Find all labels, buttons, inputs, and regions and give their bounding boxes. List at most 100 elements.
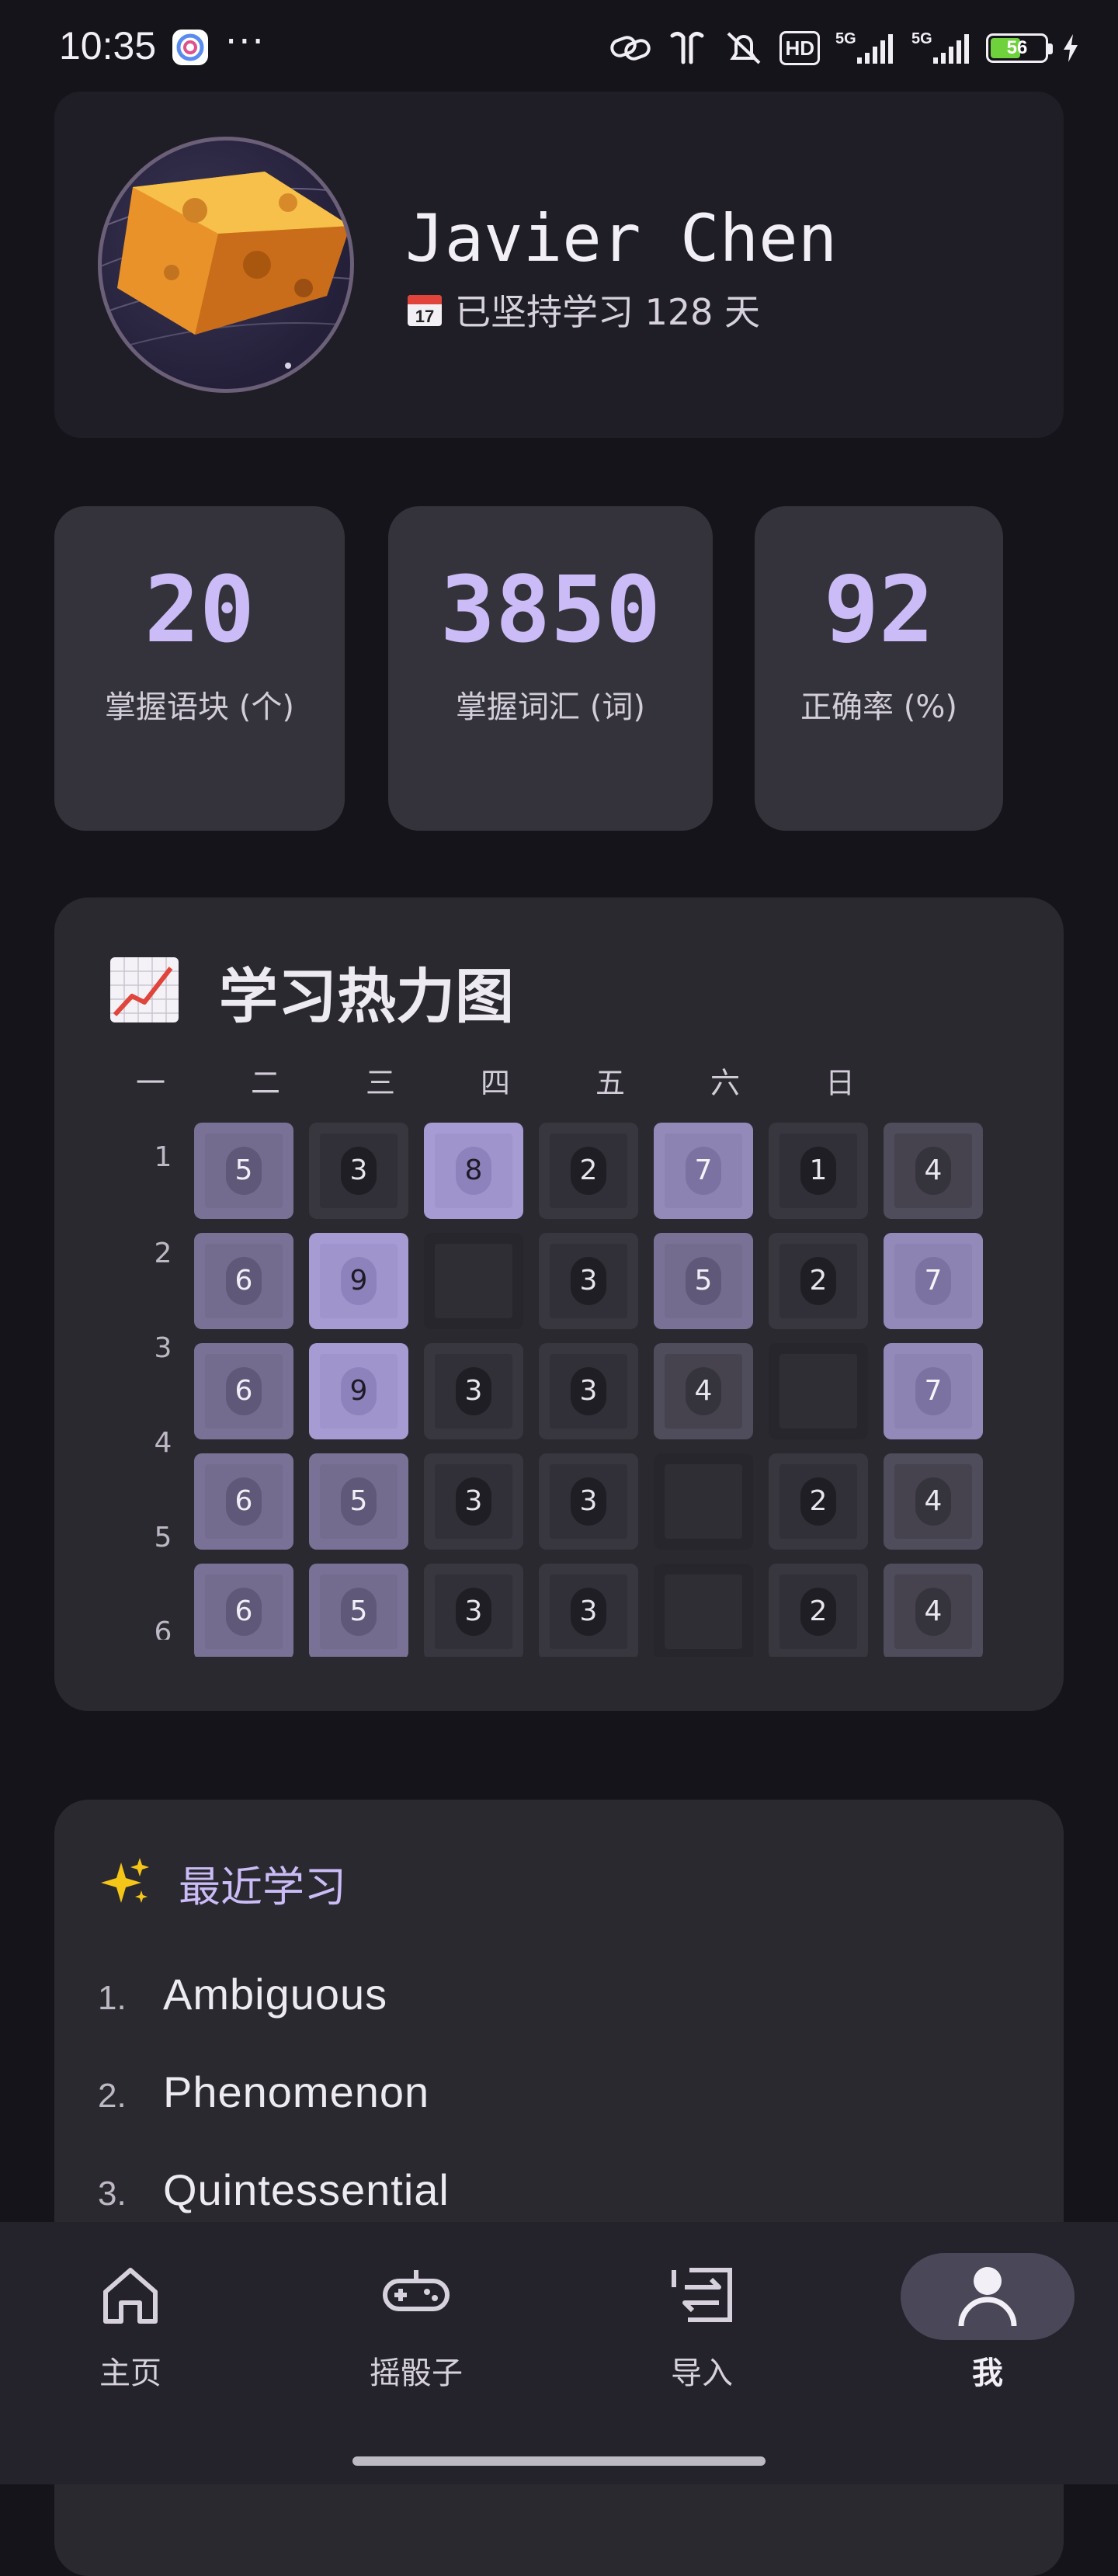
week-label: 2 xyxy=(154,1238,172,1269)
heatmap-cell[interactable]: 7 xyxy=(654,1123,753,1219)
svg-text:17: 17 xyxy=(415,307,434,326)
heatmap-cell[interactable]: 3 xyxy=(424,1564,523,1657)
week-label: 5 xyxy=(154,1522,172,1554)
nav-label: 导入 xyxy=(671,2356,733,2391)
heatmap-cell[interactable]: 3 xyxy=(539,1453,638,1550)
heatmap-cell[interactable]: 6 xyxy=(194,1233,293,1329)
heatmap-cell[interactable]: 4 xyxy=(654,1343,753,1439)
gamepad-icon xyxy=(382,2265,450,2328)
recent-item-word: Phenomenon xyxy=(163,2067,430,2116)
heatmap-cell-inner xyxy=(665,1574,742,1649)
recent-item[interactable]: 2. Phenomenon xyxy=(98,2067,429,2117)
study-streak: 17 已坚持学习 128 天 xyxy=(405,284,760,335)
heatmap-cell[interactable]: 5 xyxy=(309,1453,408,1550)
heatmap-cell[interactable] xyxy=(769,1343,868,1439)
bottom-navigation: 主页 摇骰子 导入 我 xyxy=(0,2222,1118,2484)
home-indicator[interactable] xyxy=(352,2456,766,2466)
profile-name: Javier Chen xyxy=(405,200,838,276)
stat-label: 正确率 (%) xyxy=(800,689,957,725)
heatmap-count: 3 xyxy=(341,1147,377,1195)
heatmap-cell[interactable]: 3 xyxy=(539,1343,638,1439)
heatmap-count: 5 xyxy=(226,1147,262,1195)
bell-muted-icon xyxy=(722,29,766,68)
heatmap-count: 6 xyxy=(226,1257,262,1305)
heatmap-cell[interactable]: 3 xyxy=(424,1453,523,1550)
stat-card-vocabulary: 3850 掌握词汇 (词) xyxy=(388,506,713,831)
svg-text:5G: 5G xyxy=(911,30,932,47)
heatmap-count: 3 xyxy=(456,1477,491,1526)
earbuds-icon xyxy=(666,30,708,67)
avatar[interactable] xyxy=(98,137,354,393)
recent-header: 最近学习 xyxy=(98,1852,346,1914)
heatmap-cell[interactable]: 6 xyxy=(194,1564,293,1657)
heatmap-cell[interactable]: 3 xyxy=(424,1343,523,1439)
day-header: 三 xyxy=(365,1066,395,1100)
heatmap-cell[interactable]: 6 xyxy=(194,1453,293,1550)
sparkles-icon xyxy=(98,1855,152,1912)
stat-label: 掌握词汇 (词) xyxy=(456,689,645,725)
stat-card-chunks: 20 掌握语块 (个) xyxy=(54,506,345,831)
nav-label: 主页 xyxy=(99,2356,161,2391)
heatmap-cell[interactable]: 2 xyxy=(769,1233,868,1329)
nav-home[interactable]: 主页 xyxy=(37,2253,224,2408)
heatmap-count: 2 xyxy=(571,1147,606,1195)
heatmap-cell[interactable]: 5 xyxy=(194,1123,293,1219)
heatmap-count: 2 xyxy=(800,1257,836,1305)
heatmap-cell[interactable]: 2 xyxy=(539,1123,638,1219)
heatmap-cell[interactable]: 1 xyxy=(769,1123,868,1219)
stat-value: 20 xyxy=(144,556,255,663)
heatmap-cell[interactable]: 3 xyxy=(539,1233,638,1329)
heatmap-cell-inner xyxy=(779,1354,857,1429)
heatmap-grid[interactable]: 5 3 8 2 7 1 4 6 9 3 5 2 7 6 9 3 3 4 7 6 5 3 3 2 4 6 5 3 3 2 4 xyxy=(194,1123,1002,1657)
signal-5g-icon: 5G xyxy=(834,30,896,67)
heatmap-count: 2 xyxy=(800,1588,836,1636)
heatmap-cell[interactable]: 7 xyxy=(884,1343,983,1439)
heatmap-count: 4 xyxy=(915,1147,951,1195)
heatmap-cell[interactable] xyxy=(424,1233,523,1329)
nav-import[interactable]: 导入 xyxy=(609,2253,795,2408)
signal-5g-icon: 5G xyxy=(910,30,972,67)
heatmap-card: 学习热力图 一 二 三 四 五 六 日 1 2 3 4 5 6 5 3 8 2 7 1 4 6 9 3 5 2 7 6 9 3 3 4 7… xyxy=(54,897,1064,1711)
heatmap-cell[interactable]: 2 xyxy=(769,1453,868,1550)
heatmap-cell[interactable] xyxy=(654,1453,753,1550)
heatmap-cell[interactable]: 4 xyxy=(884,1564,983,1657)
stat-value: 92 xyxy=(823,556,935,663)
nav-label: 摇骰子 xyxy=(370,2356,463,2391)
status-time: 10:35 xyxy=(59,24,157,68)
chart-increasing-icon xyxy=(109,956,180,1027)
heatmap-count: 1 xyxy=(800,1147,836,1195)
home-icon xyxy=(98,2264,163,2329)
charging-icon xyxy=(1062,33,1079,64)
battery-level: 56 xyxy=(1006,37,1028,58)
nav-me[interactable]: 我 xyxy=(894,2253,1081,2408)
week-label: 1 xyxy=(154,1141,172,1173)
nav-dice[interactable]: 摇骰子 xyxy=(323,2253,509,2408)
calendar-icon: 17 xyxy=(405,290,444,329)
heatmap-cell[interactable]: 2 xyxy=(769,1564,868,1657)
heatmap-count: 9 xyxy=(341,1257,377,1305)
heatmap-header: 学习热力图 xyxy=(109,949,514,1034)
heatmap-cell[interactable]: 3 xyxy=(539,1564,638,1657)
heatmap-cell[interactable]: 3 xyxy=(309,1123,408,1219)
heatmap-cell[interactable] xyxy=(654,1564,753,1657)
heatmap-cell[interactable]: 9 xyxy=(309,1343,408,1439)
nav-label: 我 xyxy=(972,2356,1003,2391)
heatmap-count: 5 xyxy=(341,1588,377,1636)
recent-item[interactable]: 3. Quintessential xyxy=(98,2165,450,2215)
heatmap-cell[interactable]: 7 xyxy=(884,1233,983,1329)
heatmap-cell[interactable]: 8 xyxy=(424,1123,523,1219)
week-label: 3 xyxy=(154,1332,172,1364)
heatmap-cell[interactable]: 4 xyxy=(884,1453,983,1550)
person-icon xyxy=(957,2262,1019,2331)
stat-label: 掌握语块 (个) xyxy=(105,689,294,725)
stat-value: 3850 xyxy=(439,556,661,663)
heatmap-cell[interactable]: 4 xyxy=(884,1123,983,1219)
heatmap-count: 6 xyxy=(226,1367,262,1415)
recent-item-number: 3. xyxy=(98,2175,127,2213)
heatmap-cell[interactable]: 5 xyxy=(309,1564,408,1657)
heatmap-cell[interactable]: 5 xyxy=(654,1233,753,1329)
cheese-planet-avatar xyxy=(102,172,350,389)
heatmap-cell[interactable]: 6 xyxy=(194,1343,293,1439)
heatmap-cell[interactable]: 9 xyxy=(309,1233,408,1329)
recent-item[interactable]: 1. Ambiguous xyxy=(98,1969,387,2019)
